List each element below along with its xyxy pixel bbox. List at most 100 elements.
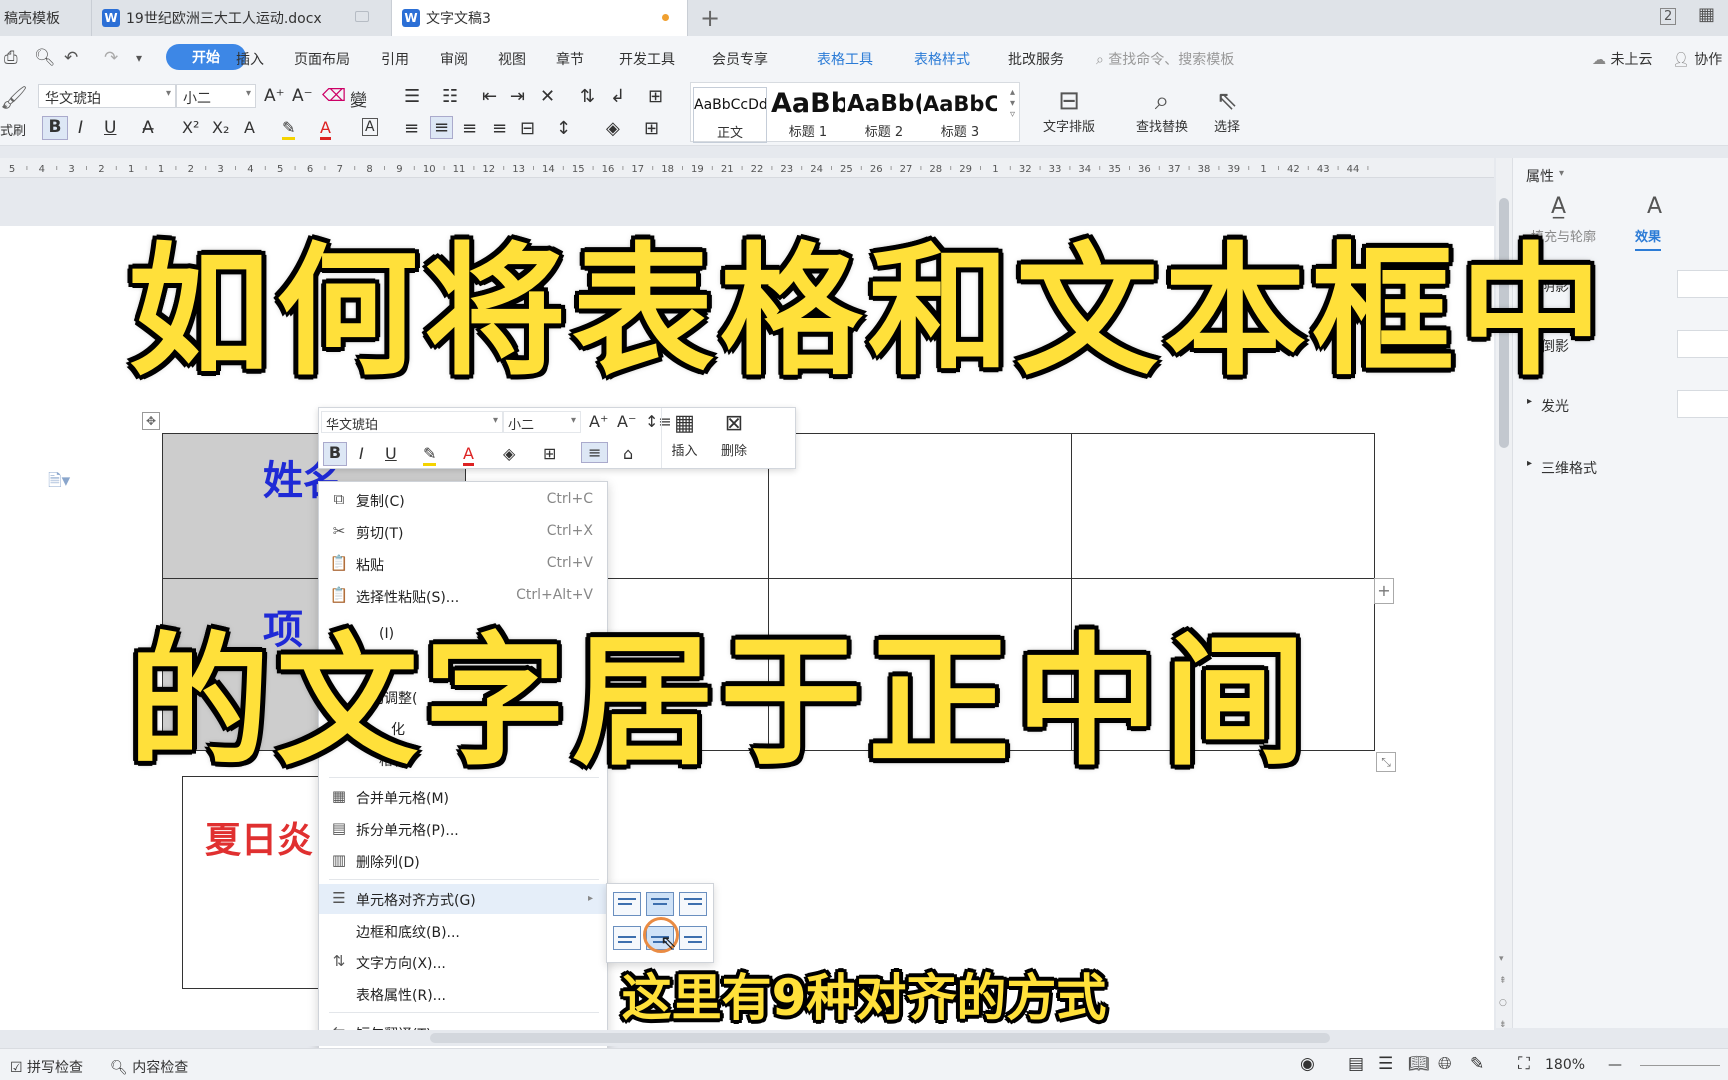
mini-font-color-button[interactable]: A: [463, 444, 474, 466]
print-preview-icon[interactable]: 🔍︎: [34, 48, 56, 68]
menu-references[interactable]: 引用: [381, 49, 409, 69]
menu-developer[interactable]: 开发工具: [619, 49, 675, 69]
mini-shrink-font-icon[interactable]: A⁻: [617, 412, 636, 431]
horizontal-ruler[interactable]: 5 4 3 2 1 1 2 3 4 5 6 7 8 9 10 11 12 13 14 15 16 17 18 19 21 22 23…: [0, 158, 1494, 178]
clear-format-icon[interactable]: ⌫: [322, 86, 346, 106]
table-cell[interactable]: [1071, 433, 1375, 579]
italic-button[interactable]: I: [78, 118, 83, 138]
text-effect-button[interactable]: A: [244, 118, 255, 137]
menu-start[interactable]: 开始: [166, 44, 246, 70]
menu-item-borders-shading[interactable]: 边框和底纹(B)...: [319, 916, 607, 946]
table-cell[interactable]: [768, 433, 1072, 579]
show-marks-icon[interactable]: ↲: [610, 86, 625, 107]
collab-button[interactable]: 👤︎ 协作: [1672, 49, 1722, 69]
menu-correction[interactable]: 批改服务: [1008, 49, 1064, 69]
grid-apps-icon[interactable]: ▦: [1698, 4, 1715, 25]
menu-item-cell-alignment[interactable]: ☰ 单元格对齐方式(G) ▸: [319, 884, 607, 914]
bold-button[interactable]: B: [42, 116, 68, 140]
mini-format-painter-icon[interactable]: ⌂: [623, 444, 633, 463]
mini-grow-font-icon[interactable]: A⁺: [589, 412, 608, 431]
align-middle-left-button[interactable]: [613, 926, 641, 950]
search-command-input[interactable]: ⌕ 查找命令、搜索模板: [1096, 49, 1234, 69]
mini-underline-button[interactable]: U: [385, 444, 397, 463]
menu-insert[interactable]: 插入: [236, 49, 264, 69]
zoom-level[interactable]: 180%: [1545, 1057, 1585, 1073]
quick-access-dropdown-icon[interactable]: ▾: [136, 51, 142, 65]
zoom-slider[interactable]: [1640, 1065, 1720, 1066]
shadow-select[interactable]: [1677, 270, 1728, 298]
distributed-icon[interactable]: ⊟: [520, 118, 535, 139]
format-brush-label[interactable]: 式刷: [0, 120, 26, 139]
select-button[interactable]: ⇖ 选择: [1202, 86, 1252, 135]
zoom-out-icon[interactable]: —: [1608, 1057, 1622, 1073]
underline-button[interactable]: U: [104, 118, 116, 138]
reflection-select[interactable]: [1677, 330, 1728, 358]
horizontal-scrollbar[interactable]: [0, 1030, 1494, 1046]
tab-document-active[interactable]: W 文字文稿3: [392, 0, 688, 36]
content-check-button[interactable]: 🔍︎ 内容检查: [110, 1057, 188, 1077]
eye-protection-icon[interactable]: ◉: [1300, 1054, 1315, 1074]
style-heading-1[interactable]: AaBb 标题 1: [771, 87, 845, 143]
format-brush-icon[interactable]: 🖌︎: [0, 86, 28, 111]
align-top-right-button[interactable]: [679, 892, 707, 916]
menu-view[interactable]: 视图: [498, 49, 526, 69]
line-spacing-icon[interactable]: ↕: [556, 118, 571, 139]
shrink-font-icon[interactable]: A⁻: [292, 86, 313, 106]
mini-font-name-select[interactable]: 华文琥珀: [321, 411, 503, 433]
menu-table-tools[interactable]: 表格工具: [817, 49, 873, 69]
font-size-select[interactable]: 小二: [176, 84, 256, 108]
table-move-handle-icon[interactable]: ✥: [142, 412, 160, 430]
grow-font-icon[interactable]: A⁺: [264, 86, 285, 106]
new-tab-button[interactable]: +: [700, 4, 720, 32]
print-icon[interactable]: ⎙: [4, 48, 18, 68]
tab-effect[interactable]: 效果: [1635, 226, 1662, 251]
align-top-left-button[interactable]: [613, 892, 641, 916]
expand-arrow-icon[interactable]: ▸: [1527, 458, 1532, 469]
style-heading-2[interactable]: AaBb( 标题 2: [847, 87, 921, 143]
superscript-button[interactable]: X²: [182, 118, 199, 137]
menu-item-paste[interactable]: 📋 粘贴 Ctrl+V: [319, 549, 607, 579]
shading-icon[interactable]: ◈: [606, 118, 620, 139]
phonetic-icon[interactable]: 變: [350, 86, 367, 111]
bullet-list-icon[interactable]: ☰: [404, 86, 420, 107]
spell-check-button[interactable]: ☑ 拼写检查: [10, 1057, 83, 1077]
find-replace-button[interactable]: ⌕ 查找替换: [1122, 86, 1202, 135]
menu-review[interactable]: 审阅: [440, 49, 468, 69]
mini-delete-button[interactable]: ⊠ 删除: [711, 408, 757, 468]
strikethrough-button[interactable]: A̶: [142, 118, 154, 138]
font-color-button[interactable]: A: [320, 118, 331, 140]
align-right-icon[interactable]: ≡: [462, 118, 477, 139]
text-layout-button[interactable]: ⊟ 文字排版: [1030, 86, 1108, 135]
align-center-icon[interactable]: ≡: [430, 116, 454, 139]
menu-item-copy[interactable]: ⧉ 复制(C) Ctrl+C: [319, 485, 607, 515]
mini-shading-icon[interactable]: ◈: [503, 444, 515, 463]
gallery-scroll-icon[interactable]: ▴ ▾ ▿: [1010, 87, 1015, 120]
menu-member[interactable]: 会员专享: [712, 49, 768, 69]
cloud-status[interactable]: ☁ 未上云: [1592, 49, 1652, 69]
paragraph-marker-icon[interactable]: 🗎︎▾: [48, 468, 70, 497]
mini-align-icon[interactable]: ≡: [581, 442, 609, 463]
align-middle-right-button[interactable]: [679, 926, 707, 950]
mini-insert-button[interactable]: ▦ 插入: [661, 408, 707, 468]
justify-icon[interactable]: ≡: [492, 118, 507, 139]
chinese-layout-icon[interactable]: ✕: [540, 86, 555, 107]
style-heading-3[interactable]: AaBbC 标题 3: [923, 87, 997, 143]
tab-document-1[interactable]: W 19世纪欧洲三大工人运动.docx: [92, 0, 392, 36]
mini-font-size-select[interactable]: 小二: [503, 411, 581, 433]
borders-icon[interactable]: ⊞: [644, 118, 659, 139]
subscript-button[interactable]: X₂: [212, 118, 229, 137]
add-column-icon[interactable]: +: [1374, 578, 1394, 604]
numbered-list-icon[interactable]: ☷: [442, 86, 458, 107]
font-name-select[interactable]: 华文琥珀: [38, 84, 176, 108]
layout-toggle-icon[interactable]: 2: [1660, 8, 1677, 25]
screen-cast-icon[interactable]: [355, 11, 369, 22]
undo-icon[interactable]: ↶: [64, 48, 78, 68]
menu-table-style[interactable]: 表格样式: [914, 49, 970, 69]
menu-page-layout[interactable]: 页面布局: [294, 49, 350, 69]
page-view-icon[interactable]: ▤: [1348, 1054, 1364, 1074]
web-view-icon[interactable]: 🌐︎: [1438, 1054, 1452, 1074]
align-left-icon[interactable]: ≡: [404, 118, 419, 139]
mini-highlight-button[interactable]: ✎: [423, 444, 437, 466]
mini-bold-button[interactable]: B: [323, 442, 347, 466]
char-border-button[interactable]: A: [362, 118, 378, 136]
